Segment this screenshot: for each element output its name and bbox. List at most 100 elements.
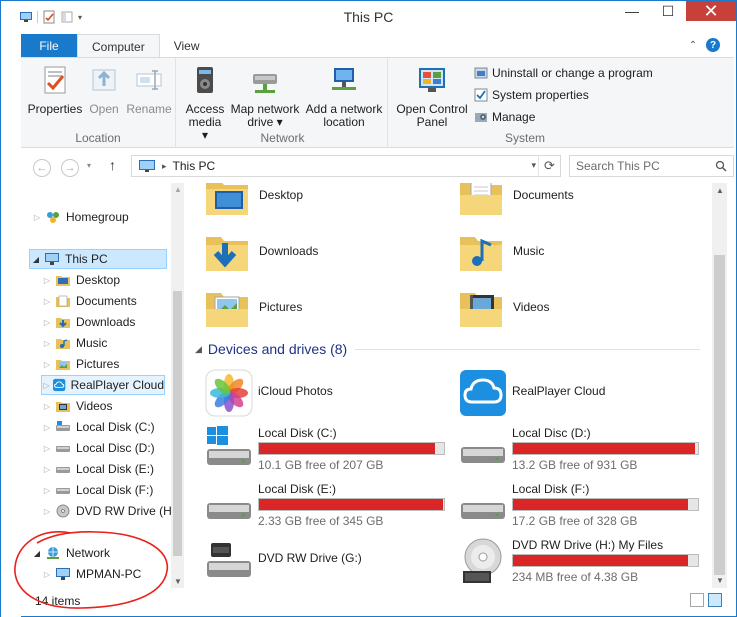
- nav-item-documents[interactable]: ▷ Documents: [41, 291, 137, 311]
- section-divider: [355, 348, 700, 350]
- downloads-folder-icon: [56, 318, 70, 328]
- expand-icon[interactable]: ▷: [31, 213, 43, 222]
- content-scrollbar[interactable]: ▲ ▼: [712, 183, 727, 588]
- manage-button[interactable]: Manage: [474, 110, 535, 124]
- expand-icon[interactable]: ▷: [41, 297, 53, 306]
- search-input[interactable]: Search This PC: [569, 155, 734, 177]
- nav-item-homegroup[interactable]: ▷ Homegroup: [31, 207, 129, 227]
- windows-disk-icon: [207, 426, 251, 465]
- drive-label: Local Disc (D:): [512, 426, 591, 440]
- folder-label: Desktop: [259, 188, 304, 202]
- map-network-drive-button[interactable]: Map network drive ▾: [228, 64, 302, 129]
- drive-label: Local Disk (F:): [512, 482, 590, 496]
- nav-item-mpman-pc[interactable]: ▷ MPMAN-PC: [41, 564, 141, 584]
- expand-icon[interactable]: ▷: [41, 465, 53, 474]
- nav-item-downloads[interactable]: ▷ Downloads: [41, 312, 135, 332]
- drive-local-disc-d[interactable]: Local Disc (D:) 13.2 GB free of 931 GB: [459, 423, 709, 473]
- address-bar-row: ← → ▾ ↑ ▸ This PC ▾ ⟳ Search This PC: [21, 151, 734, 181]
- breadcrumb-separator-icon[interactable]: ▸: [162, 161, 167, 172]
- nav-item-local-disk-c[interactable]: ▷ Local Disk (C:): [41, 417, 155, 437]
- device-icloud-photos[interactable]: iCloud Photos: [205, 367, 455, 417]
- scroll-up-icon[interactable]: ▲: [716, 186, 724, 195]
- open-button[interactable]: Open: [83, 64, 125, 116]
- system-properties-button[interactable]: System properties: [474, 88, 589, 102]
- nav-item-local-disc-d[interactable]: ▷ Local Disc (D:): [41, 438, 155, 458]
- collapse-icon[interactable]: ◢: [195, 344, 202, 355]
- properties-button[interactable]: Properties: [27, 64, 83, 116]
- folder-desktop[interactable]: Desktop: [203, 183, 433, 223]
- tab-file[interactable]: File: [21, 34, 77, 58]
- add-network-location-button[interactable]: Add a network location: [304, 64, 384, 129]
- scroll-down-icon[interactable]: ▼: [716, 576, 724, 585]
- tab-computer[interactable]: Computer: [77, 34, 160, 58]
- nav-item-desktop[interactable]: ▷ Desktop: [41, 270, 120, 290]
- desktop-edge: [1, 32, 21, 617]
- uninstall-program-button[interactable]: Uninstall or change a program: [474, 66, 653, 80]
- details-view-icon[interactable]: [690, 593, 704, 607]
- refresh-button[interactable]: ⟳: [538, 156, 560, 176]
- expand-icon[interactable]: ▷: [41, 486, 53, 495]
- collapse-icon[interactable]: ◢: [30, 255, 42, 264]
- expand-icon[interactable]: ▷: [41, 339, 53, 348]
- drive-label: DVD RW Drive (G:): [258, 551, 362, 565]
- nav-item-local-disk-f[interactable]: ▷ Local Disk (F:): [41, 480, 153, 500]
- drive-local-disk-c[interactable]: Local Disk (C:) 10.1 GB free of 207 GB: [205, 423, 455, 473]
- breadcrumb-this-pc[interactable]: This PC: [173, 159, 216, 173]
- drive-free-space: 13.2 GB free of 931 GB: [512, 458, 638, 472]
- up-arrow-icon[interactable]: ↑: [109, 157, 116, 173]
- folder-videos[interactable]: Videos: [457, 279, 687, 335]
- expand-icon[interactable]: ▷: [41, 402, 53, 411]
- device-realplayer-cloud[interactable]: RealPlayer Cloud: [459, 367, 709, 417]
- folder-music[interactable]: Music: [457, 223, 687, 279]
- add-network-location-icon: [332, 68, 356, 90]
- folder-downloads[interactable]: Downloads: [203, 223, 433, 279]
- nav-item-videos[interactable]: ▷ Videos: [41, 396, 113, 416]
- collapse-icon[interactable]: ◢: [31, 549, 43, 558]
- nav-item-music[interactable]: ▷ Music: [41, 333, 107, 353]
- expand-icon[interactable]: ▷: [41, 276, 53, 285]
- expand-icon[interactable]: ▷: [41, 507, 53, 516]
- nav-scrollbar[interactable]: ▲ ▼: [171, 183, 184, 588]
- expand-icon[interactable]: ▷: [42, 381, 51, 390]
- device-label: RealPlayer Cloud: [512, 384, 606, 398]
- drive-local-disk-f[interactable]: Local Disk (F:) 17.2 GB free of 328 GB: [459, 479, 709, 529]
- ribbon-collapse-icon[interactable]: ⌃: [686, 38, 700, 52]
- nav-item-this-pc[interactable]: ◢ This PC: [29, 249, 167, 269]
- drive-dvd-rw-h[interactable]: DVD RW Drive (H:) My Files 234 MB free o…: [459, 535, 709, 585]
- nav-label: DVD RW Drive (H:: [76, 504, 176, 518]
- nav-item-realplayer-cloud[interactable]: ▷ RealPlayer Cloud: [41, 375, 165, 395]
- nav-item-local-disk-e[interactable]: ▷ Local Disk (E:): [41, 459, 154, 479]
- folder-documents[interactable]: Documents: [457, 183, 687, 223]
- search-icon[interactable]: [715, 160, 727, 172]
- content-scroll-thumb[interactable]: [714, 255, 725, 575]
- rename-button[interactable]: Rename: [125, 64, 173, 116]
- folder-pictures[interactable]: Pictures: [203, 279, 433, 335]
- scroll-up-icon[interactable]: ▲: [174, 185, 182, 194]
- open-control-panel-button[interactable]: Open Control Panel: [394, 64, 470, 129]
- expand-icon[interactable]: ▷: [41, 318, 53, 327]
- forward-button[interactable]: →: [61, 159, 79, 177]
- maximize-icon[interactable]: ☐: [650, 1, 686, 21]
- help-icon[interactable]: ?: [706, 38, 720, 52]
- expand-icon[interactable]: ▷: [41, 444, 53, 453]
- expand-icon[interactable]: ▷: [41, 360, 53, 369]
- minimize-icon[interactable]: —: [614, 1, 650, 21]
- nav-item-network[interactable]: ◢ Network: [31, 543, 110, 563]
- drive-local-disk-e[interactable]: Local Disk (E:) 2.33 GB free of 345 GB: [205, 479, 455, 529]
- nav-item-dvd-rw-drive-h[interactable]: ▷ DVD RW Drive (H:: [41, 501, 175, 521]
- address-dropdown-icon[interactable]: ▾: [531, 160, 536, 171]
- nav-scroll-thumb[interactable]: [173, 291, 182, 556]
- expand-icon[interactable]: ▷: [41, 423, 53, 432]
- tab-view[interactable]: View: [160, 34, 214, 58]
- scroll-down-icon[interactable]: ▼: [174, 577, 182, 586]
- back-button[interactable]: ←: [33, 159, 51, 177]
- close-icon[interactable]: ✕: [686, 1, 736, 21]
- large-icons-view-icon[interactable]: [708, 593, 722, 607]
- nav-item-pictures[interactable]: ▷ Pictures: [41, 354, 119, 374]
- address-box[interactable]: ▸ This PC ▾ ⟳: [131, 155, 561, 177]
- recent-locations-icon[interactable]: ▾: [87, 161, 91, 170]
- drive-dvd-rw-g[interactable]: DVD RW Drive (G:): [205, 535, 455, 585]
- expand-icon[interactable]: ▷: [41, 570, 53, 579]
- devices-section-header[interactable]: ◢ Devices and drives (8): [195, 341, 700, 357]
- add-network-location-label2: location: [323, 115, 365, 129]
